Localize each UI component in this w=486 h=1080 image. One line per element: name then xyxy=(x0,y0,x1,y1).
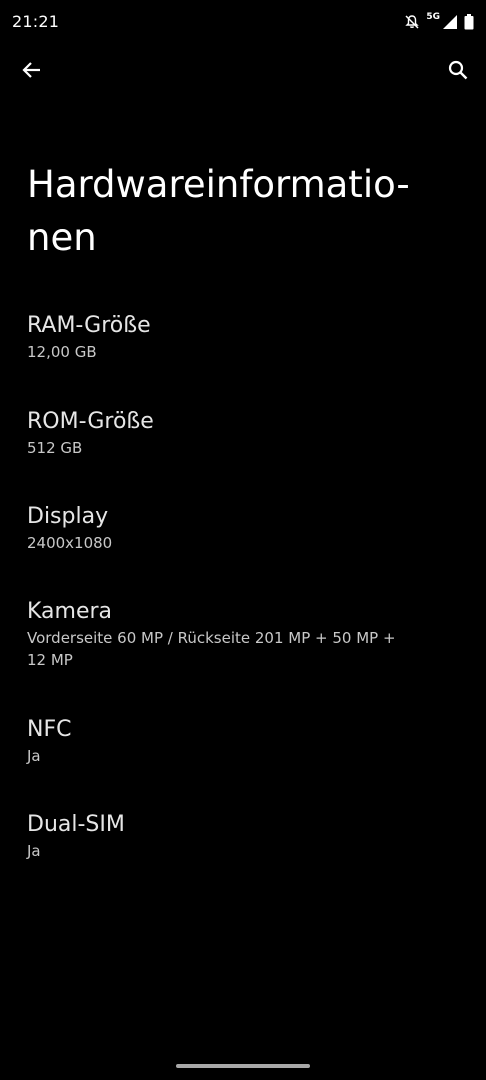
item-title: RAM-Größe xyxy=(27,313,151,338)
search-button[interactable] xyxy=(438,52,478,92)
toolbar xyxy=(0,48,486,96)
status-bar: 21:21 5G xyxy=(0,0,486,44)
item-value: 12,00 GB xyxy=(27,343,97,361)
list-item-nfc[interactable]: NFC Ja xyxy=(27,715,447,767)
gesture-nav-handle[interactable] xyxy=(176,1064,310,1068)
item-title: NFC xyxy=(27,717,72,742)
item-value: Ja xyxy=(27,842,41,860)
battery-icon xyxy=(464,14,474,30)
search-icon xyxy=(447,59,469,85)
item-value: 512 GB xyxy=(27,439,83,457)
status-icons: 5G xyxy=(404,12,474,32)
arrow-back-icon xyxy=(21,59,43,85)
back-button[interactable] xyxy=(12,52,52,92)
item-title: Dual-SIM xyxy=(27,812,125,837)
status-time: 21:21 xyxy=(12,12,60,31)
item-title: ROM-Größe xyxy=(27,409,154,434)
page-title: Hardwareinformatio- nen xyxy=(27,163,410,259)
list-item-ram[interactable]: RAM-Größe 12,00 GB xyxy=(27,311,447,363)
item-value: 2400x1080 xyxy=(27,534,113,552)
list-item-camera[interactable]: Kamera Vorderseite 60 MP / Rückseite 201… xyxy=(27,597,447,671)
item-value: Vorderseite 60 MP / Rückseite 201 MP + 5… xyxy=(27,629,396,669)
list-item-rom[interactable]: ROM-Größe 512 GB xyxy=(27,407,447,459)
item-value: Ja xyxy=(27,747,41,765)
cell-signal-icon xyxy=(442,14,458,30)
network-type-label: 5G xyxy=(426,12,440,22)
item-title: Display xyxy=(27,504,109,529)
list-item-display[interactable]: Display 2400x1080 xyxy=(27,502,447,554)
item-title: Kamera xyxy=(27,599,113,624)
notifications-off-icon xyxy=(404,14,420,30)
list-item-dual-sim[interactable]: Dual-SIM Ja xyxy=(27,810,447,862)
